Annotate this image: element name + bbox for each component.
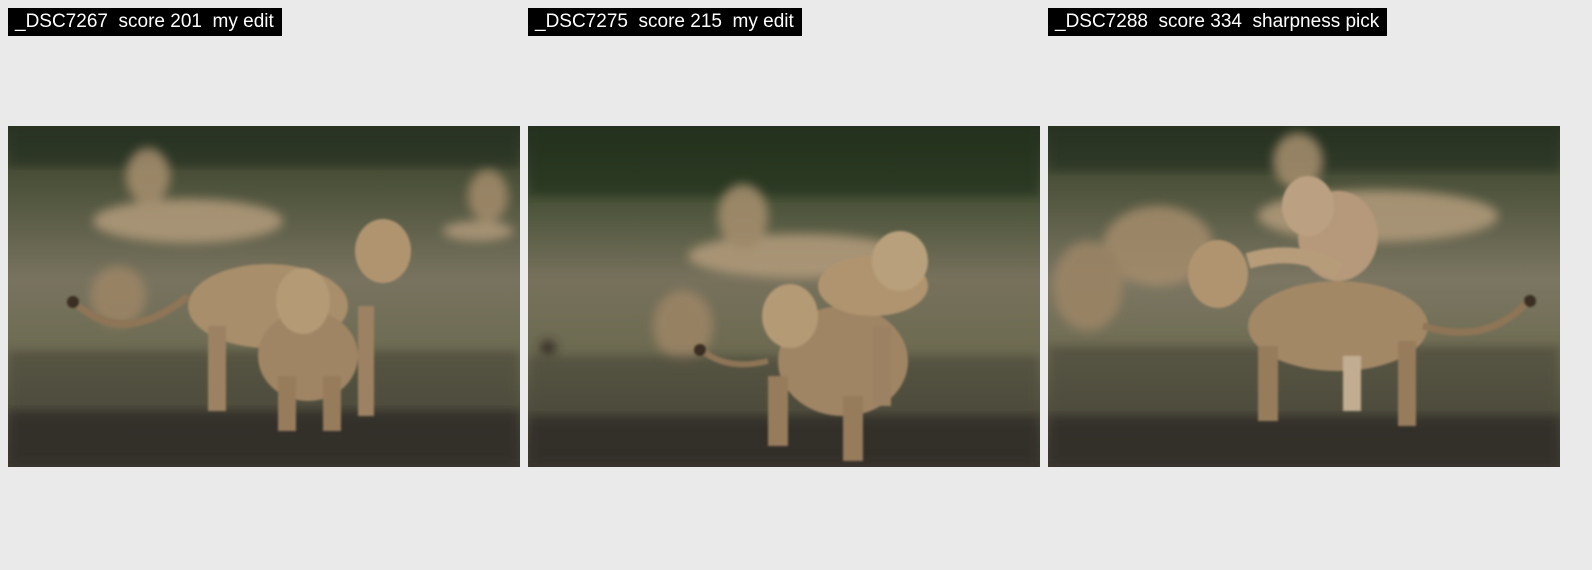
filename-text: _DSC7267: [15, 11, 108, 32]
thumbnail-card: _DSC7288 score 334 sharpness pick: [1048, 0, 1560, 570]
filename-text: _DSC7275: [535, 11, 628, 32]
lion-cubs-photo[interactable]: [1048, 126, 1560, 467]
lion-cubs-photo[interactable]: [528, 126, 1040, 467]
thumbnail-card: _DSC7267 score 201 my edit: [8, 0, 520, 570]
tag-text: my edit: [732, 11, 794, 32]
score-text: score 215: [638, 11, 722, 32]
thumbnail-caption: _DSC7267 score 201 my edit: [8, 8, 282, 36]
thumbnail-caption: _DSC7288 score 334 sharpness pick: [1048, 8, 1388, 36]
score-text: score 334: [1158, 11, 1242, 32]
photo-illustration: [1048, 126, 1560, 467]
thumbnail-caption: _DSC7275 score 215 my edit: [528, 8, 802, 36]
photo-illustration: [8, 126, 520, 467]
tag-text: sharpness pick: [1252, 11, 1380, 32]
score-text: score 201: [118, 11, 202, 32]
lion-cubs-photo[interactable]: [8, 126, 520, 467]
photo-illustration: [528, 126, 1040, 467]
tag-text: my edit: [212, 11, 274, 32]
thumbnail-card: _DSC7275 score 215 my edit: [528, 0, 1040, 570]
filename-text: _DSC7288: [1055, 11, 1148, 32]
